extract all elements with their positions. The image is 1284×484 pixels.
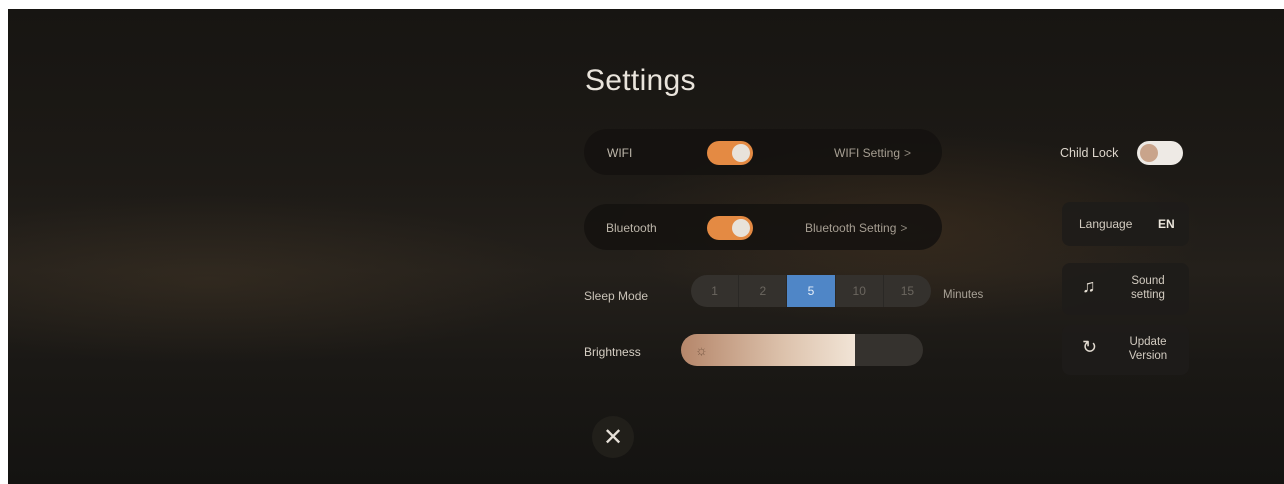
wifi-toggle-knob: [732, 144, 750, 162]
chevron-right-icon: >: [904, 146, 912, 160]
sound-setting-line1: Sound: [1131, 275, 1165, 287]
sleep-option-2[interactable]: 2: [739, 275, 788, 307]
sleep-mode-selector: 1 2 5 10 15: [691, 275, 931, 307]
wifi-toggle[interactable]: [707, 141, 753, 165]
close-button[interactable]: ✕: [592, 416, 634, 458]
sound-setting-line2: setting: [1131, 289, 1165, 301]
sleep-option-10[interactable]: 10: [836, 275, 884, 307]
child-lock-toggle[interactable]: [1137, 141, 1183, 165]
sound-setting-label: Sound setting: [1120, 274, 1176, 302]
child-lock-toggle-knob: [1140, 144, 1158, 162]
sun-icon: ☼: [695, 342, 708, 358]
sleep-option-5[interactable]: 5: [787, 275, 836, 307]
page-title: Settings: [585, 64, 696, 97]
update-version-line1: Update: [1129, 336, 1167, 348]
music-note-icon: ♫: [1082, 276, 1096, 296]
update-version-button[interactable]: ↻ Update Version: [1062, 325, 1189, 375]
sleep-option-1[interactable]: 1: [691, 275, 740, 307]
bluetooth-toggle[interactable]: [707, 216, 753, 240]
brightness-slider[interactable]: ☼: [681, 334, 923, 366]
sleep-unit-label: Minutes: [943, 289, 984, 301]
wifi-label: WIFI: [607, 146, 633, 160]
sleep-option-15[interactable]: 15: [884, 275, 931, 307]
wifi-setting-label: WIFI Setting: [834, 146, 901, 160]
brightness-label: Brightness: [584, 345, 641, 359]
sound-setting-button[interactable]: ♫ Sound setting: [1062, 263, 1189, 315]
wifi-setting-link[interactable]: WIFI Setting >: [834, 146, 911, 160]
child-lock-label: Child Lock: [1060, 146, 1119, 160]
sleep-mode-label: Sleep Mode: [584, 289, 649, 303]
language-label: Language: [1079, 217, 1133, 231]
close-icon: ✕: [602, 423, 624, 451]
refresh-icon: ↻: [1082, 337, 1098, 357]
bluetooth-toggle-knob: [732, 219, 750, 237]
bluetooth-label: Bluetooth: [606, 221, 657, 235]
bluetooth-setting-link[interactable]: Bluetooth Setting >: [805, 221, 907, 235]
settings-screen: Settings WIFI WIFI Setting > Bluetooth Bl…: [8, 9, 1284, 484]
update-version-label: Update Version: [1120, 335, 1176, 363]
bluetooth-setting-label: Bluetooth Setting: [805, 221, 897, 235]
language-value: EN: [1158, 217, 1175, 231]
update-version-line2: Version: [1128, 350, 1168, 362]
language-button[interactable]: Language EN: [1062, 202, 1189, 246]
chevron-right-icon: >: [900, 221, 908, 235]
